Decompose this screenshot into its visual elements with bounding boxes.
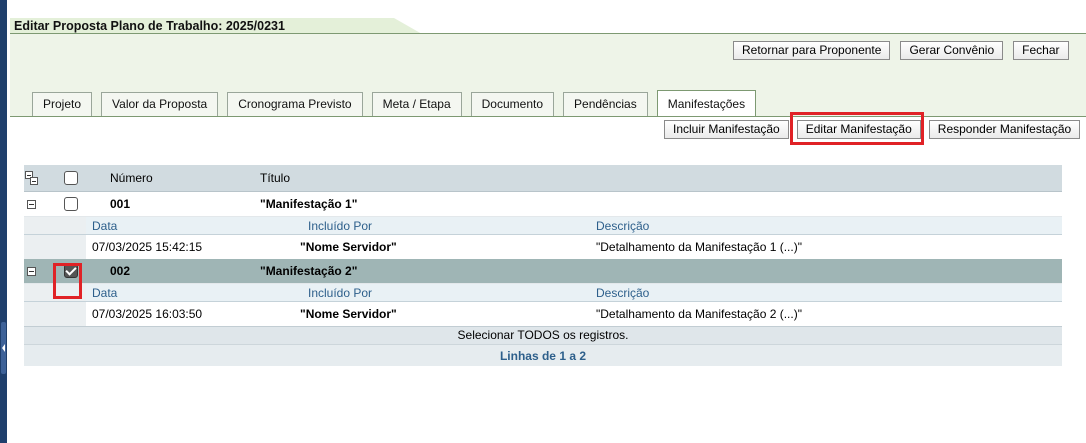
tab-bar: Projeto Valor da Proposta Cronograma Pre… [32,90,757,117]
expand-all-cell [25,165,39,191]
tab-manifestacoes[interactable]: Manifestações [656,90,757,116]
detail-header: Data Incluído Por Descrição [24,284,1062,302]
row-titulo: "Manifestação 2" [260,264,358,278]
tab-projeto[interactable]: Projeto [32,92,93,116]
detail-indent [24,284,86,301]
detail-row: 07/03/2025 15:42:15 "Nome Servidor" "Det… [24,235,1062,259]
fechar-button[interactable]: Fechar [1013,41,1069,60]
detail-incluido-por: "Nome Servidor" [300,307,397,321]
select-all-records-link[interactable]: Selecionar TODOS os registros. [24,326,1062,344]
app-window: Editar Proposta Plano de Trabalho: 2025/… [0,0,1086,443]
gerar-convenio-button[interactable]: Gerar Convênio [900,41,1004,60]
detail-col-data: Data [92,285,118,300]
col-header-titulo[interactable]: Título [260,165,290,191]
detail-col-incluido-por: Incluído Por [308,218,373,233]
detail-indent [24,302,86,326]
detail-data: 07/03/2025 16:03:50 [92,307,203,321]
responder-manifestacao-button[interactable]: Responder Manifestação [928,120,1081,139]
detail-row: 07/03/2025 16:03:50 "Nome Servidor" "Det… [24,302,1062,326]
detail-incluido-por: "Nome Servidor" [300,240,397,254]
collapse-row-icon[interactable] [27,266,36,276]
col-header-numero[interactable]: Número [110,165,153,191]
detail-descricao: "Detalhamento da Manifestação 1 (...)" [596,240,802,254]
left-sidebar-rail [0,0,7,443]
select-all-checkbox[interactable] [64,171,78,185]
tab-documento[interactable]: Documento [470,92,555,116]
detail-col-descricao: Descrição [596,285,650,300]
pager-info: Linhas de 1 a 2 [24,344,1062,366]
table-row[interactable]: 001 "Manifestação 1" [24,192,1062,217]
detail-indent [24,217,86,234]
detail-indent [24,235,86,259]
row-checkbox-cell [64,192,78,216]
row-checkbox-checked[interactable] [64,264,78,278]
detail-descricao: "Detalhamento da Manifestação 2 (...)" [596,307,802,321]
row-numero: 001 [110,197,131,211]
row-checkbox[interactable] [64,197,78,211]
tab-meta-etapa[interactable]: Meta / Etapa [371,92,462,116]
detail-col-incluido-por: Incluído Por [308,285,373,300]
page-title: Editar Proposta Plano de Trabalho: 2025/… [14,19,285,33]
top-toolbar: Retornar para Proponente Gerar Convênio … [733,41,1069,60]
table-row-selected[interactable]: 002 "Manifestação 2" [24,259,1062,284]
sidebar-toggle-icon[interactable] [1,322,6,374]
select-all-cell [64,165,78,191]
editar-manifestacao-button[interactable]: Editar Manifestação [796,120,921,139]
collapse-row-cell [27,192,36,216]
grid-header: Número Título [24,165,1062,192]
manifestacoes-grid: Número Título 001 "Manifestação 1" Data … [24,165,1062,366]
tab-valor-proposta[interactable]: Valor da Proposta [101,92,219,116]
row-numero: 002 [110,264,131,278]
detail-header: Data Incluído Por Descrição [24,217,1062,235]
manifestacao-actions: Incluir Manifestação Editar Manifestação… [664,120,1081,139]
tab-cronograma-previsto[interactable]: Cronograma Previsto [227,92,363,116]
incluir-manifestacao-button[interactable]: Incluir Manifestação [664,120,789,139]
tab-pendencias[interactable]: Pendências [563,92,648,116]
detail-col-descricao: Descrição [596,218,650,233]
detail-col-data: Data [92,218,118,233]
detail-data: 07/03/2025 15:42:15 [92,240,203,254]
row-titulo: "Manifestação 1" [260,197,358,211]
row-checkbox-cell [64,259,78,283]
collapse-row-cell [27,259,36,283]
retornar-proponente-button[interactable]: Retornar para Proponente [733,41,891,60]
expand-collapse-all-icon[interactable] [25,171,39,185]
collapse-row-icon[interactable] [27,199,36,209]
